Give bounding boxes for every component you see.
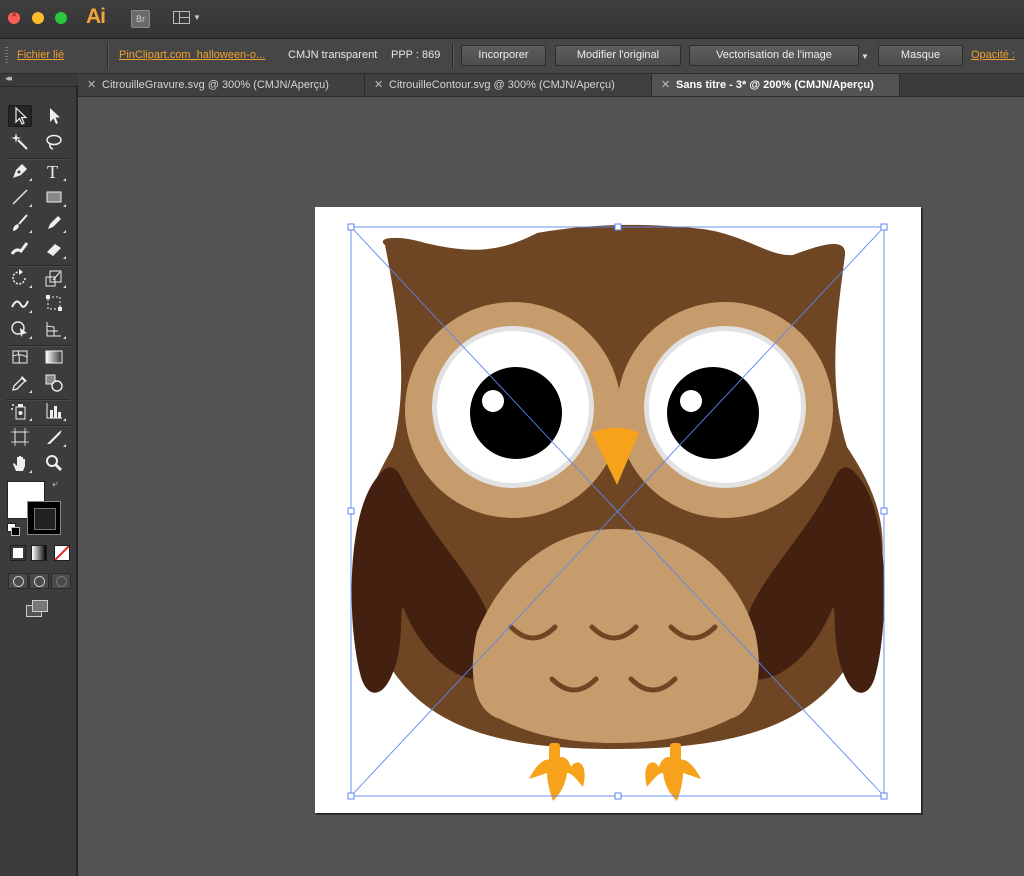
width-tool[interactable] [8,292,32,314]
eyedropper-tool[interactable] [8,372,32,394]
pen-tool[interactable] [8,160,32,182]
trace-presets-dropdown-icon[interactable]: ▼ [861,52,869,61]
title-bar: Ai Br ▼ [0,0,1024,39]
tab-label: Sans titre - 3* @ 200% (CMJN/Aperçu) [676,79,874,91]
blend-tool[interactable] [42,372,66,394]
svg-text:T: T [47,162,58,181]
tab-citrouille-gravure[interactable]: ✕ CitrouilleGravure.svg @ 300% (CMJN/Ape… [78,74,365,96]
ppi-text: PPP : 869 [391,49,441,61]
close-tab-icon[interactable]: ✕ [661,74,670,96]
slice-tool[interactable] [42,426,66,448]
image-trace-button[interactable]: Vectorisation de l'image [689,45,859,66]
paintbrush-tool[interactable] [8,212,32,234]
scale-tool[interactable] [42,267,66,289]
gradient-mode-button[interactable] [31,545,47,561]
embed-button[interactable]: Incorporer [461,45,546,66]
hand-tool[interactable] [8,452,32,474]
rotate-tool[interactable] [8,267,32,289]
edit-original-button[interactable]: Modifier l'original [555,45,681,66]
lasso-tool[interactable] [42,131,66,153]
symbol-sprayer-tool[interactable] [8,400,32,422]
owl-left-foot [529,743,585,801]
direct-selection-tool[interactable] [42,105,66,127]
draw-inside-button[interactable] [51,573,71,589]
type-tool[interactable]: T [42,160,66,182]
blob-brush-tool[interactable] [8,238,32,260]
app-logo: Ai [86,5,106,28]
tools-panel: T ⤶ [0,87,78,876]
selection-tool[interactable] [8,105,32,127]
mask-button[interactable]: Masque [878,45,963,66]
magic-wand-tool[interactable] [8,131,32,153]
eraser-tool[interactable] [42,238,66,260]
stroke-color-swatch[interactable] [27,501,61,535]
free-transform-tool[interactable] [42,292,66,314]
bridge-button[interactable]: Br [131,10,150,28]
color-mode-button[interactable] [10,545,26,561]
default-fill-stroke-icon[interactable] [7,523,20,536]
opacity-link[interactable]: Opacité : [971,49,1015,61]
document-tab-bar: ✕ CitrouilleGravure.svg @ 300% (CMJN/Ape… [78,74,1024,97]
owl-image[interactable] [315,207,921,813]
owl-right-foot [645,743,701,801]
chevron-down-icon[interactable]: ▼ [193,13,201,22]
linked-filename-link[interactable]: PinClipart.com_halloween-o... [119,49,265,61]
change-screen-mode-button[interactable] [26,600,48,617]
canvas-area[interactable] [78,97,1024,876]
draw-normal-button[interactable] [8,573,28,589]
draw-behind-button[interactable] [29,573,49,589]
zoom-window-button[interactable] [55,12,67,24]
close-tab-icon[interactable]: ✕ [374,74,383,96]
tab-label: CitrouilleGravure.svg @ 300% (CMJN/Aperç… [102,79,329,91]
close-window-button[interactable] [8,9,20,24]
artboard[interactable] [315,207,921,813]
mesh-tool[interactable] [8,346,32,368]
owl-right-pupil [667,367,759,459]
panel-grip-icon[interactable] [5,47,8,65]
tab-label: CitrouilleContour.svg @ 300% (CMJN/Aperç… [389,79,615,91]
rectangle-tool[interactable] [42,186,66,208]
swap-fill-stroke-icon[interactable]: ⤶ [52,478,58,491]
pencil-tool[interactable] [42,212,66,234]
artboard-tool[interactable] [8,426,32,448]
column-graph-tool[interactable] [42,400,66,422]
tools-panel-header[interactable]: ◂◂ [0,73,78,87]
shape-builder-tool[interactable] [8,318,32,340]
tab-sans-titre[interactable]: ✕ Sans titre - 3* @ 200% (CMJN/Aperçu) [652,74,900,96]
line-segment-tool[interactable] [8,186,32,208]
perspective-grid-tool[interactable] [42,318,66,340]
minimize-window-button[interactable] [32,12,44,24]
color-mode-text: CMJN transparent [288,49,378,61]
control-bar: Fichier lié PinClipart.com_halloween-o..… [0,39,1024,74]
collapse-panel-icon[interactable]: ◂◂ [5,73,12,84]
none-mode-button[interactable] [54,545,70,561]
tab-citrouille-contour[interactable]: ✕ CitrouilleContour.svg @ 300% (CMJN/Ape… [365,74,652,96]
owl-left-pupil [470,367,562,459]
zoom-tool[interactable] [42,452,66,474]
linked-file-link[interactable]: Fichier lié [17,49,64,61]
close-tab-icon[interactable]: ✕ [87,74,96,96]
gradient-tool[interactable] [42,346,66,368]
workspace-layout-icon[interactable] [173,11,190,24]
